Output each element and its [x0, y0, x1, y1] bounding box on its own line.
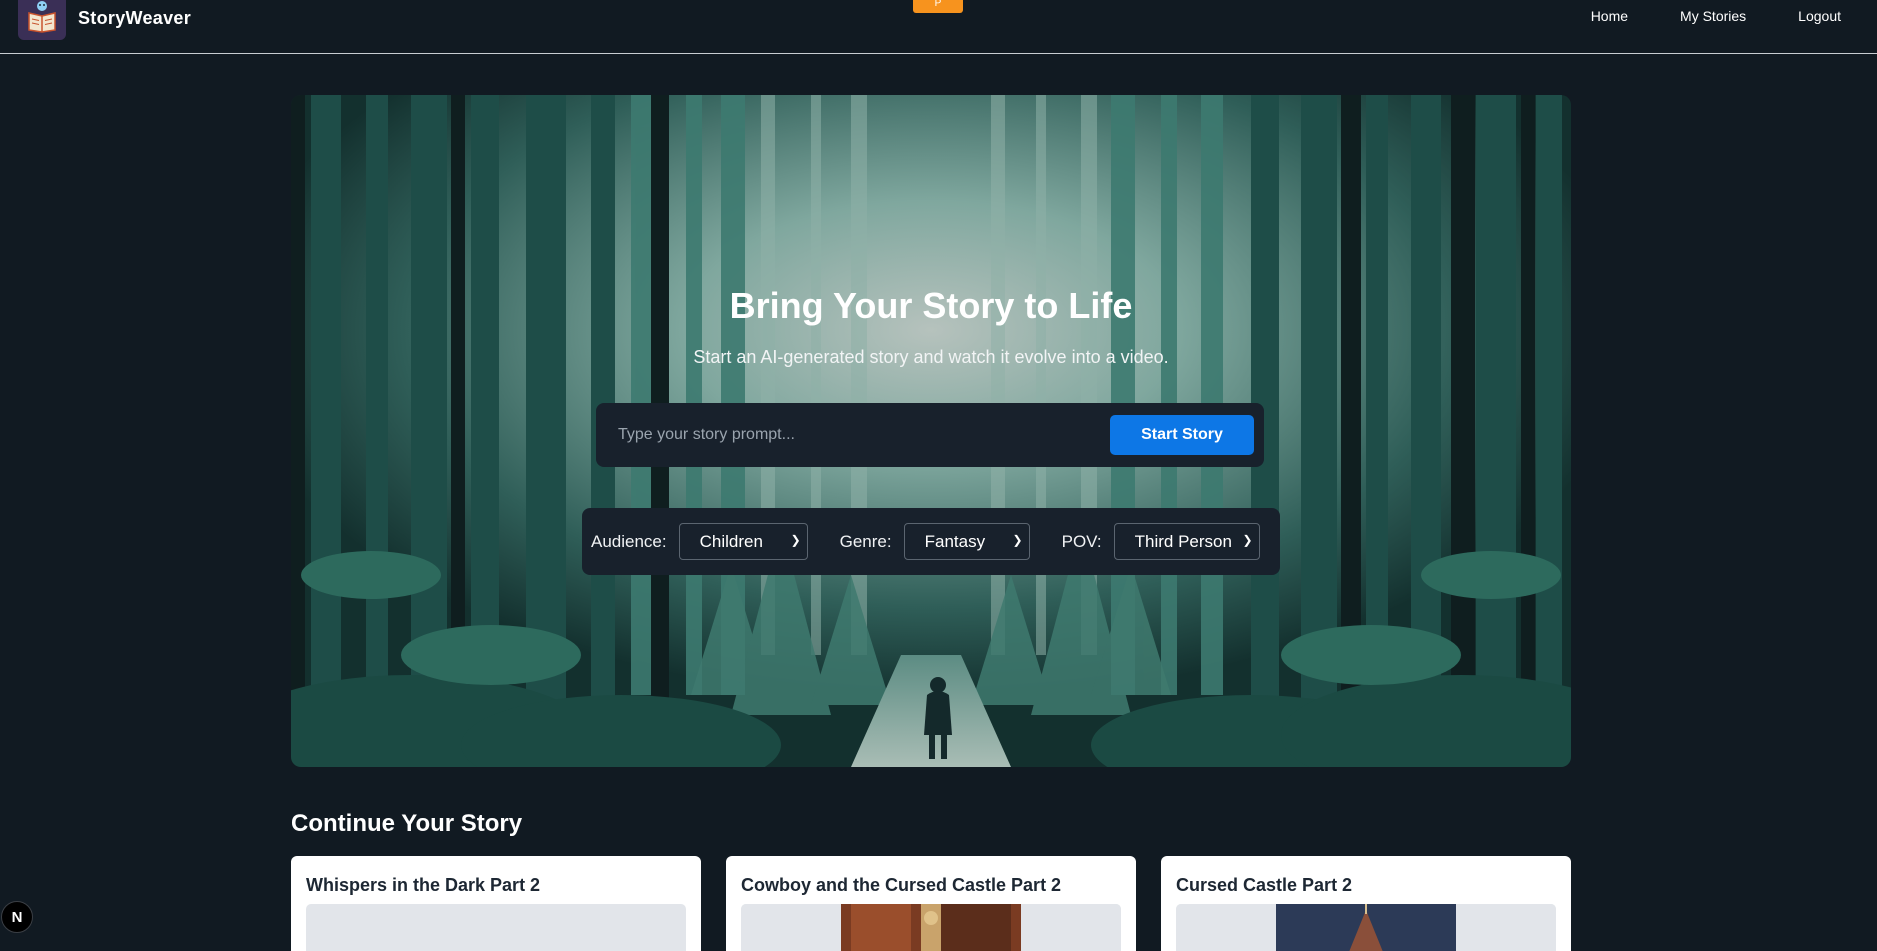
genre-select[interactable]: Fantasy ❯	[903, 523, 1030, 560]
audience-select[interactable]: Children ❯	[678, 523, 808, 560]
story-options-bar: Audience: Children ❯ Genre: Fantasy ❯ PO…	[582, 508, 1280, 575]
audience-label: Audience:	[591, 531, 667, 551]
story-card[interactable]: Whispers in the Dark Part 2	[291, 856, 701, 951]
chevron-down-icon: ❯	[1242, 533, 1253, 547]
prompt-form: Start Story	[596, 403, 1264, 467]
chevron-down-icon: ❯	[1012, 533, 1023, 547]
story-prompt-input[interactable]	[606, 413, 1106, 457]
genre-value: Fantasy	[924, 531, 986, 551]
nav-links: Home My Stories Logout	[1539, 8, 1841, 24]
pov-label: POV:	[1061, 531, 1102, 551]
nav-link-logout[interactable]: Logout	[1798, 8, 1841, 24]
story-card-title: Cowboy and the Cursed Castle Part 2	[741, 875, 1062, 895]
continue-section-title: Continue Your Story	[291, 810, 523, 837]
start-story-button[interactable]: Start Story	[1110, 415, 1254, 455]
story-thumbnail-placeholder	[306, 904, 686, 951]
audience-value: Children	[699, 531, 763, 551]
hero-subtitle: Start an AI-generated story and watch it…	[693, 347, 1169, 367]
genre-label: Genre:	[839, 531, 892, 551]
pov-option: POV: Third Person ❯	[1062, 523, 1260, 560]
hero-title: Bring Your Story to Life	[729, 285, 1133, 326]
story-thumbnail	[741, 904, 1121, 951]
notice-chip[interactable]: P	[913, 0, 963, 13]
pov-value: Third Person	[1134, 531, 1232, 551]
story-card-title: Whispers in the Dark Part 2	[306, 875, 541, 895]
story-card[interactable]: Cursed Castle Part 2	[1161, 856, 1571, 951]
hero-section: Bring Your Story to Life Start an AI-gen…	[291, 95, 1571, 767]
open-book-icon[interactable]	[18, 0, 66, 40]
pov-select[interactable]: Third Person ❯	[1113, 523, 1260, 560]
castle-door-thumbnail-image	[741, 904, 1121, 951]
genre-option: Genre: Fantasy ❯	[840, 523, 1030, 560]
dev-tools-badge[interactable]: N	[1, 901, 33, 933]
story-card-title: Cursed Castle Part 2	[1176, 875, 1353, 895]
story-thumbnail	[1176, 904, 1556, 951]
castle-tower-thumbnail-image	[1176, 904, 1556, 951]
nav-link-my-stories[interactable]: My Stories	[1680, 8, 1746, 24]
nav-link-home[interactable]: Home	[1591, 8, 1628, 24]
story-card[interactable]: Cowboy and the Cursed Castle Part 2	[726, 856, 1136, 951]
brand-name[interactable]: StoryWeaver	[78, 8, 191, 29]
audience-option: Audience: Children ❯	[591, 523, 808, 560]
chevron-down-icon: ❯	[790, 533, 801, 547]
top-navbar: StoryWeaver P Home My Stories Logout	[0, 0, 1877, 54]
